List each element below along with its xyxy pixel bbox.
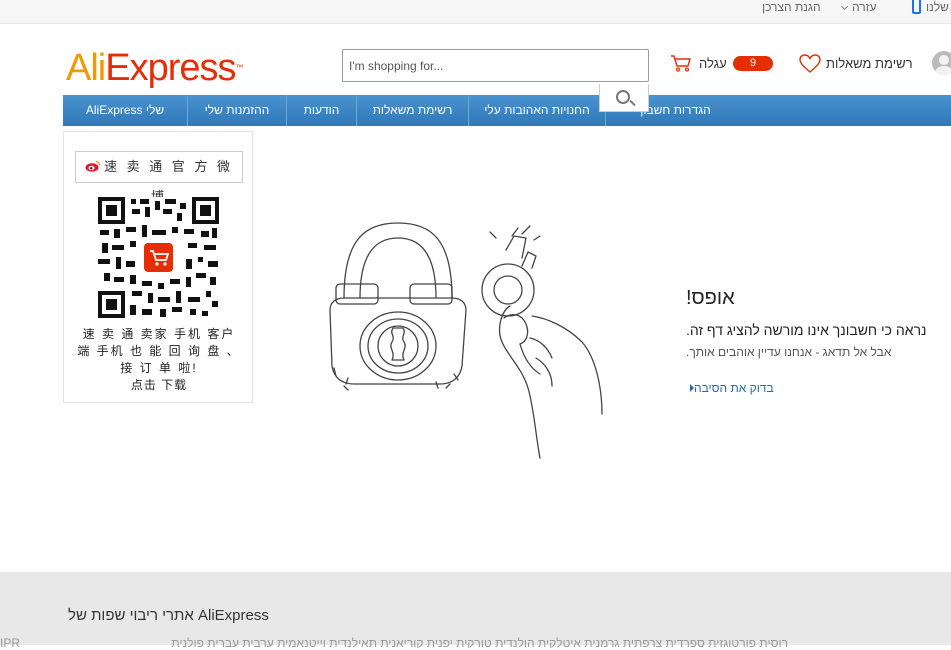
cart-label[interactable]: עגלה (699, 56, 727, 71)
chevron-down-icon (840, 2, 849, 11)
logo-tm: ™ (235, 63, 244, 72)
heart-icon[interactable] (799, 54, 821, 74)
tab-my-orders[interactable]: ההזמנות שלי (187, 95, 286, 126)
reassurance-message: אבל אל תדאג - אנחנו עדיין אוהבים אותך. (686, 345, 892, 359)
check-reason-link[interactable]: בדוק את הסיבה (686, 381, 774, 395)
aliexpress-logo[interactable]: AliExpress™ (66, 46, 244, 90)
logo-express: Express (105, 47, 236, 89)
tab-messages[interactable]: הודעות (286, 95, 356, 126)
top-utility-bar: הגנת הצרכן עזרה שלנו (0, 0, 951, 24)
lock-illustration (329, 222, 603, 459)
tab-wishlist[interactable]: רשימת משאלות (356, 95, 468, 126)
tab-favorite-stores[interactable]: החנויות האהובות עלי (468, 95, 605, 126)
footer: AliExpress אתרי ריבוי שפות של רוסית פורט… (0, 572, 951, 650)
phone-icon[interactable] (912, 0, 921, 14)
wishlist-label[interactable]: רשימת משאלות (826, 56, 913, 71)
app-link[interactable]: שלנו (926, 0, 949, 14)
qr-code[interactable] (98, 197, 219, 318)
tab-my-aliexpress[interactable]: AliExpress שלי (63, 95, 187, 126)
download-link[interactable]: 点击 下载 (74, 376, 244, 393)
search-icon (616, 90, 630, 104)
ipr-link[interactable]: IPR (0, 636, 20, 650)
cart-icon[interactable] (670, 54, 692, 72)
search-input[interactable] (342, 49, 649, 82)
help-label: עזרה (852, 0, 877, 14)
account-nav-bar: AliExpress שלי ההזמנות שלי הודעות רשימת … (63, 95, 951, 126)
footer-language-links[interactable]: רוסית פורטוגזית ספרדית צרפתית גרמנית איט… (68, 636, 788, 648)
page-title: אופס! (686, 287, 735, 309)
cart-count-badge: 9 (733, 56, 773, 71)
search-button[interactable] (599, 84, 649, 112)
weibo-icon (85, 160, 101, 172)
buyer-protection-link[interactable]: הגנת הצרכן (762, 0, 821, 14)
app-promo-sidebar: 速 卖 通 官 方 微 博 速 卖 通 卖家 手机 客户 端 手机 也 能 回 … (63, 131, 253, 403)
user-avatar[interactable] (932, 51, 951, 75)
help-menu[interactable]: עזרה (840, 0, 877, 14)
check-reason-label: בדוק את הסיבה (694, 381, 774, 395)
footer-title: AliExpress אתרי ריבוי שפות של (68, 607, 269, 624)
permission-message: נראה כי חשבונך אינו מורשה להציג דף זה. (686, 322, 927, 338)
app-promo-text: 速 卖 通 卖家 手机 客户 端 手机 也 能 回 询 盘 、 接 订 单 啦! (77, 327, 241, 375)
weibo-button[interactable]: 速 卖 通 官 方 微 博 (75, 151, 243, 204)
logo-ali: Ali (66, 47, 106, 89)
